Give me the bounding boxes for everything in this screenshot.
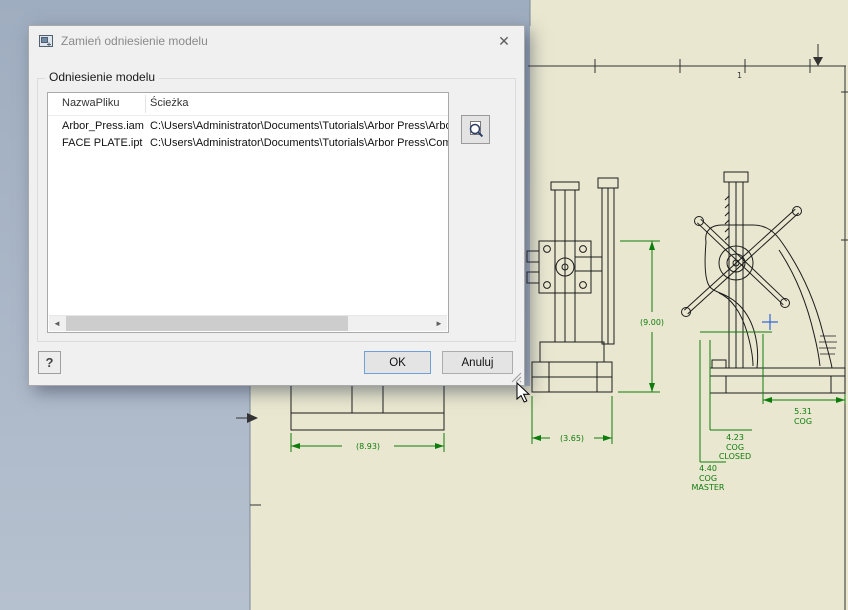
close-icon[interactable]: ✕ <box>493 33 515 50</box>
help-icon: ? <box>45 355 54 370</box>
dim-width-base: (3.65) <box>560 434 584 443</box>
dim-cog-531-label: COG <box>794 417 812 426</box>
dim-height-total: (9.00) <box>640 318 664 327</box>
scrollbar-thumb[interactable] <box>66 316 348 331</box>
cell-file-path: C:\Users\Administrator\Documents\Tutoria… <box>150 120 448 132</box>
dim-cog-423-value: 4.23 <box>726 433 744 442</box>
model-reference-groupbox: Odniesienie modelu NazwaPliku Ścieżka Ar… <box>37 70 516 342</box>
browse-magnifier-icon <box>469 121 484 138</box>
table-row[interactable]: FACE PLATE.ipt C:\Users\Administrator\Do… <box>48 136 448 152</box>
dialog-title: Zamień odniesienie modelu <box>61 34 208 48</box>
dim-cog-440-value: 4.40 <box>699 464 717 473</box>
ok-button[interactable]: OK <box>364 351 431 374</box>
table-header: NazwaPliku Ścieżka <box>48 93 448 116</box>
scroll-left-icon[interactable]: ◄ <box>49 316 65 331</box>
column-header-filename[interactable]: NazwaPliku <box>62 97 119 109</box>
scrollbar-track[interactable] <box>65 316 431 331</box>
dim-cog-531-value: 5.31 <box>794 407 812 416</box>
table-row[interactable]: Arbor_Press.iam C:\Users\Administrator\D… <box>48 119 448 135</box>
replace-model-reference-dialog: Zamień odniesienie modelu ✕ Odniesienie … <box>28 25 525 386</box>
dim-width-total: (8.93) <box>356 442 380 451</box>
groupbox-label: Odniesienie modelu <box>45 70 160 84</box>
dim-cog-440-label2: MASTER <box>692 483 725 492</box>
scroll-right-icon[interactable]: ► <box>431 316 447 331</box>
cell-file-name: Arbor_Press.iam <box>62 120 144 132</box>
dim-cog-423-label2: CLOSED <box>719 452 751 461</box>
cancel-button[interactable]: Anuluj <box>442 351 513 374</box>
cell-file-name: FACE PLATE.ipt <box>62 137 143 149</box>
dim-cog-440-label1: COG <box>699 474 717 483</box>
column-separator <box>145 95 146 113</box>
column-header-path[interactable]: Ścieżka <box>150 97 189 109</box>
replace-model-icon <box>39 35 53 47</box>
mouse-cursor <box>516 382 531 403</box>
dialog-titlebar[interactable]: Zamień odniesienie modelu ✕ <box>29 26 524 56</box>
dim-cog-423-label1: COG <box>726 443 744 452</box>
browse-button[interactable] <box>461 115 490 144</box>
cell-file-path: C:\Users\Administrator\Documents\Tutoria… <box>150 137 448 149</box>
header-divider <box>48 115 448 116</box>
horizontal-scrollbar[interactable]: ◄ ► <box>49 315 447 331</box>
zone-number: 1 <box>737 71 742 80</box>
file-reference-table[interactable]: NazwaPliku Ścieżka Arbor_Press.iam C:\Us… <box>47 92 449 333</box>
help-button[interactable]: ? <box>38 351 61 374</box>
